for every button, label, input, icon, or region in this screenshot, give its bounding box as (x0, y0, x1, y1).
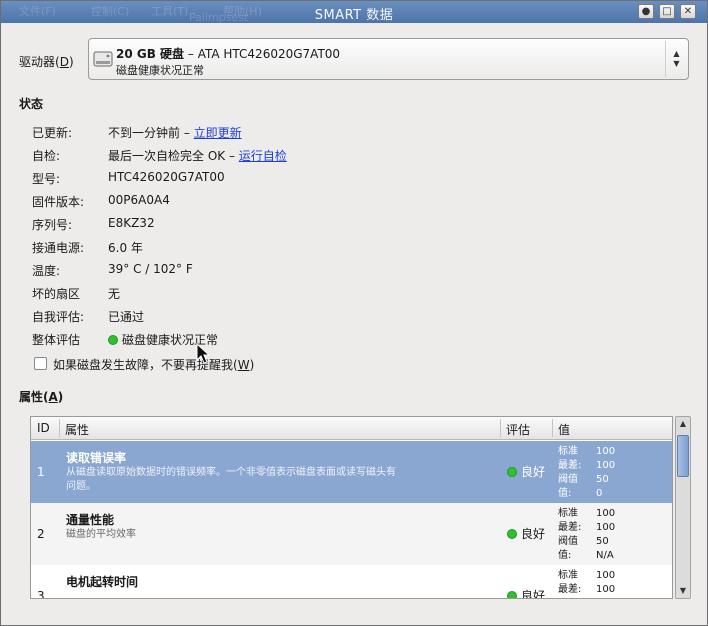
drive-name: 20 GB 硬盘 – ATA HTC426020G7AT00 (116, 47, 341, 61)
status-good-icon (507, 529, 517, 539)
column-divider (500, 419, 501, 437)
update-now-link[interactable]: 立即更新 (194, 126, 242, 140)
scroll-down-arrow-icon[interactable]: ▼ (676, 584, 690, 598)
info-row-model: 型号: HTC426020G7AT00 (32, 170, 225, 186)
attribute-values: 标准 100 最差: 100 (558, 570, 616, 595)
column-header-attribute[interactable]: 属性 (65, 421, 89, 438)
status-good-icon (507, 591, 517, 598)
attributes-table[interactable]: ID 属性 评估 值 1 读取错误率 从磁盘读取原始数据时的错误频率。一个非零值… (30, 416, 673, 599)
info-row-temperature: 温度: 39° C / 102° F (32, 262, 193, 278)
scroll-up-arrow-icon[interactable]: ▲ (676, 417, 690, 431)
column-divider (552, 419, 553, 437)
info-row-self-assessment: 自我评估: 已通过 (32, 310, 145, 324)
status-good-icon (108, 335, 118, 345)
column-divider (59, 419, 60, 437)
info-row-bad-sectors: 坏的扇区无 (32, 287, 121, 301)
attributes-section-title: 属性(A) (19, 390, 64, 404)
info-row-updated: 已更新: 不到一分钟前 – 立即更新 (32, 126, 242, 140)
title-bar[interactable]: 文件(F) 控制(C) 工具(T) 帮助(H) Palimpsest SMART… (1, 1, 707, 24)
info-row-power-on: 接通电源: 6.0 年 (32, 241, 143, 255)
mouse-pointer-icon (196, 343, 211, 364)
circle-icon: ● (641, 6, 651, 17)
close-button[interactable]: ✕ (680, 4, 696, 19)
table-row[interactable]: 1 读取错误率 从磁盘读取原始数据时的错误频率。一个非零值表示磁盘表面或读写磁头… (31, 441, 672, 503)
table-header: ID 属性 评估 值 (31, 417, 672, 440)
smart-data-window: 文件(F) 控制(C) 工具(T) 帮助(H) Palimpsest SMART… (0, 0, 708, 626)
drive-label: 驱动器(D) (19, 55, 74, 69)
scroll-thumb[interactable] (677, 435, 689, 477)
drive-status: 磁盘健康状况正常 (116, 64, 204, 77)
window-menu-button[interactable]: ● (638, 4, 654, 19)
close-icon: ✕ (683, 6, 693, 17)
run-selftest-link[interactable]: 运行自检 (239, 149, 287, 163)
column-header-id[interactable]: ID (37, 421, 50, 435)
status-section-title: 状态 (19, 97, 44, 111)
info-row-firmware: 固件版本: 00P6A0A4 (32, 193, 170, 209)
table-row[interactable]: 3 电机起转时间 良好 标准 100 最差: 100 (31, 565, 672, 598)
info-row-selftest: 自检: 最后一次自检完全 OK – 运行自检 (32, 149, 287, 163)
table-scrollbar[interactable]: ▲ ▼ (675, 416, 691, 599)
chevron-updown-icon: ▲ ▼ (665, 41, 687, 77)
column-header-assessment[interactable]: 评估 (506, 421, 530, 438)
attribute-values: 标准 100 最差: 100 阀值 50 值: 0 (558, 446, 616, 499)
attribute-values: 标准 100 最差: 100 阀值 50 值: N/A (558, 508, 616, 561)
maximize-icon: □ (662, 6, 672, 17)
column-header-value[interactable]: 值 (558, 421, 570, 438)
dont-remind-checkbox[interactable] (34, 357, 47, 370)
drive-selector[interactable]: 20 GB 硬盘 – ATA HTC426020G7AT00 磁盘健康状况正常 … (88, 38, 689, 80)
info-row-serial: 序列号: E8KZ32 (32, 216, 155, 232)
table-row[interactable]: 2 通量性能 磁盘的平均效率 良好 标准 100 最差: 100 阀值 50 值: N/… (31, 503, 672, 565)
status-good-icon (507, 467, 517, 477)
hard-disk-icon (93, 51, 113, 67)
window-title: SMART 数据 (314, 8, 394, 23)
dont-remind-label[interactable]: 如果磁盘发生故障，不要再提醒我(W) (53, 356, 254, 373)
info-row-overall: 整体评估 磁盘健康状况正常 (32, 333, 219, 347)
maximize-button[interactable]: □ (659, 4, 675, 19)
